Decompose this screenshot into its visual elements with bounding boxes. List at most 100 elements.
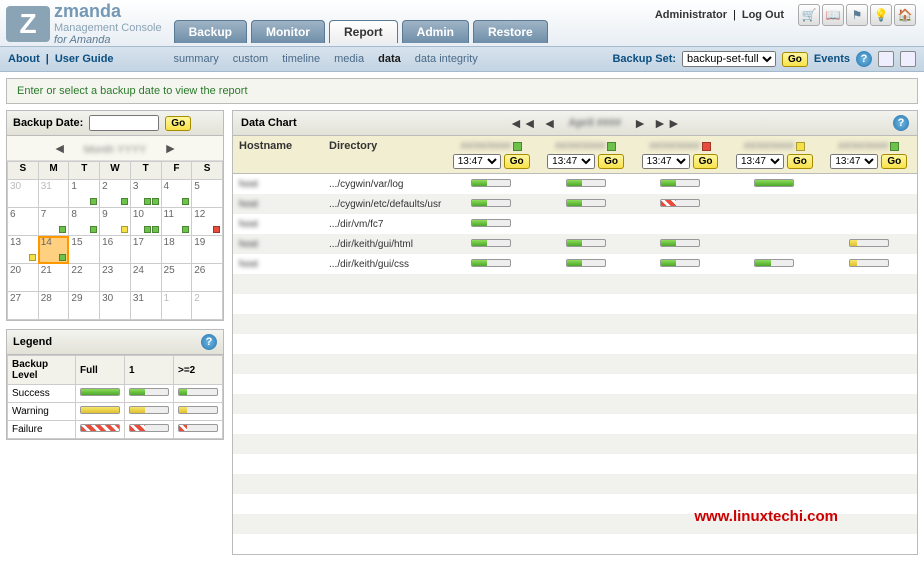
time-select[interactable]: 13:47	[453, 154, 501, 169]
calendar: SMTWTFS303112345678910111213141516171819…	[7, 161, 223, 320]
time-go[interactable]: Go	[787, 154, 813, 169]
help-icon[interactable]: ?	[856, 51, 872, 67]
tab-monitor[interactable]: Monitor	[251, 20, 325, 43]
subtab-custom[interactable]: custom	[233, 53, 268, 65]
chart-help-icon[interactable]: ?	[893, 115, 909, 131]
cal-day[interactable]: 2	[192, 292, 223, 320]
date-column: ##/##/####13:47Go	[827, 140, 911, 169]
bulb-icon[interactable]: 💡	[870, 4, 892, 26]
cal-next-icon[interactable]: ►	[157, 140, 183, 156]
cal-day[interactable]: 1	[69, 180, 100, 208]
cal-day[interactable]: 1	[161, 292, 192, 320]
legend-help-icon[interactable]: ?	[201, 334, 217, 350]
cal-day[interactable]: 22	[69, 264, 100, 292]
about-link[interactable]: About	[8, 53, 40, 65]
cal-day[interactable]: 19	[192, 236, 223, 264]
cal-day[interactable]: 11	[161, 208, 192, 236]
tab-backup[interactable]: Backup	[174, 20, 247, 43]
empty-row	[233, 314, 917, 334]
cal-day[interactable]: 13	[8, 236, 39, 264]
cal-dow: T	[69, 162, 100, 180]
cal-dow: M	[38, 162, 69, 180]
subtab-timeline[interactable]: timeline	[282, 53, 320, 65]
cal-day[interactable]: 16	[100, 236, 131, 264]
chart-last-icon[interactable]: ►►	[653, 115, 681, 131]
user-link[interactable]: Administrator	[655, 9, 727, 21]
events-link[interactable]: Events	[814, 53, 850, 65]
data-bar	[566, 239, 606, 247]
empty-row	[233, 454, 917, 474]
cal-day[interactable]: 15	[69, 236, 100, 264]
cal-day[interactable]: 30	[100, 292, 131, 320]
cal-day[interactable]: 25	[161, 264, 192, 292]
cal-day[interactable]: 12	[192, 208, 223, 236]
book-icon[interactable]: 📖	[822, 4, 844, 26]
cal-day[interactable]: 26	[192, 264, 223, 292]
row-hostname: host	[239, 199, 329, 210]
cal-day[interactable]: 10	[130, 208, 161, 236]
flag-icon[interactable]: ⚑	[846, 4, 868, 26]
time-go[interactable]: Go	[598, 154, 624, 169]
subtab-summary[interactable]: summary	[174, 53, 219, 65]
cal-day[interactable]: 29	[69, 292, 100, 320]
empty-row	[233, 354, 917, 374]
window-icon-1[interactable]	[878, 51, 894, 67]
data-bar	[660, 259, 700, 267]
cal-day[interactable]: 28	[38, 292, 69, 320]
cal-day[interactable]: 7	[38, 208, 69, 236]
time-select[interactable]: 13:47	[642, 154, 690, 169]
time-go[interactable]: Go	[881, 154, 907, 169]
time-select[interactable]: 13:47	[736, 154, 784, 169]
cal-day[interactable]: 30	[8, 180, 39, 208]
backup-set-select[interactable]: backup-set-full	[682, 51, 776, 67]
chart-prev-icon[interactable]: ◄	[543, 115, 557, 131]
cal-day[interactable]: 24	[130, 264, 161, 292]
time-select[interactable]: 13:47	[830, 154, 878, 169]
tab-admin[interactable]: Admin	[402, 20, 469, 43]
data-bar	[566, 199, 606, 207]
cal-day[interactable]: 3	[130, 180, 161, 208]
cal-day[interactable]: 8	[69, 208, 100, 236]
data-bar	[754, 179, 794, 187]
cal-day[interactable]: 6	[8, 208, 39, 236]
main-tabs: BackupMonitorReportAdminRestore	[174, 20, 548, 43]
row-hostname: host	[239, 259, 329, 270]
cal-day[interactable]: 23	[100, 264, 131, 292]
tab-restore[interactable]: Restore	[473, 20, 548, 43]
time-select[interactable]: 13:47	[547, 154, 595, 169]
chart-next-icon[interactable]: ►	[633, 115, 647, 131]
logout-link[interactable]: Log Out	[742, 9, 784, 21]
subtab-data[interactable]: data	[378, 53, 401, 65]
cal-day[interactable]: 18	[161, 236, 192, 264]
cal-day[interactable]: 17	[130, 236, 161, 264]
cart-icon[interactable]: 🛒	[798, 4, 820, 26]
subtab-media[interactable]: media	[334, 53, 364, 65]
home-icon[interactable]: 🏠	[894, 4, 916, 26]
cal-day[interactable]: 5	[192, 180, 223, 208]
subtab-data-integrity[interactable]: data integrity	[415, 53, 478, 65]
cal-day[interactable]: 27	[8, 292, 39, 320]
user-guide-link[interactable]: User Guide	[55, 53, 114, 65]
time-go[interactable]: Go	[693, 154, 719, 169]
logo: Z zmanda Management Console for Amanda	[6, 2, 162, 46]
data-row: host.../cygwin/etc/defaults/usr	[233, 194, 917, 214]
cal-prev-icon[interactable]: ◄	[47, 140, 73, 156]
cal-day[interactable]: 31	[38, 180, 69, 208]
cal-day[interactable]: 2	[100, 180, 131, 208]
backup-date-go[interactable]: Go	[165, 116, 191, 131]
data-chart-title: Data Chart	[241, 117, 297, 129]
data-bar	[660, 239, 700, 247]
backup-date-input[interactable]	[89, 115, 159, 131]
cal-day[interactable]: 31	[130, 292, 161, 320]
cal-day[interactable]: 9	[100, 208, 131, 236]
window-icon-2[interactable]	[900, 51, 916, 67]
time-go[interactable]: Go	[504, 154, 530, 169]
cal-day[interactable]: 4	[161, 180, 192, 208]
cal-day[interactable]: 20	[8, 264, 39, 292]
tab-report[interactable]: Report	[329, 20, 398, 43]
chart-first-icon[interactable]: ◄◄	[509, 115, 537, 131]
data-chart-header: Data Chart ◄◄ ◄ April #### ► ►► ?	[232, 110, 918, 136]
cal-day[interactable]: 14	[38, 236, 69, 264]
backup-set-go[interactable]: Go	[782, 52, 808, 67]
cal-day[interactable]: 21	[38, 264, 69, 292]
